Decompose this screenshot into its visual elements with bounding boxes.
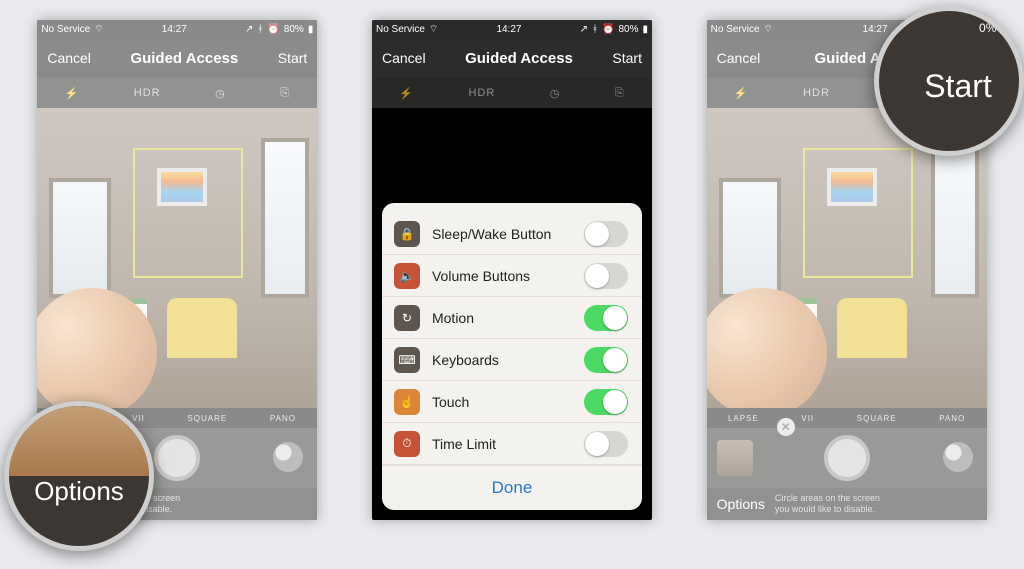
carrier-label: No Service xyxy=(376,24,425,35)
option-label: Time Limit xyxy=(432,436,584,452)
mode-pano[interactable]: PANO xyxy=(939,414,965,423)
toggle-keyboards[interactable] xyxy=(584,347,628,373)
option-row-keyboards: ⌨ Keyboards xyxy=(382,339,642,381)
hdr-icon[interactable]: HDR xyxy=(134,87,161,99)
timer-limit-icon: ⏱ xyxy=(394,431,420,457)
filters-icon[interactable] xyxy=(943,442,973,472)
camera-toolbar: ⚡ HDR ◷ ⎘ xyxy=(37,78,317,108)
speaker-icon: 🔈 xyxy=(394,263,420,289)
guided-access-navbar: Cancel Guided Access Start xyxy=(37,38,317,78)
room-window-left xyxy=(719,178,781,298)
switch-camera-icon[interactable]: ⎘ xyxy=(280,87,290,100)
screenshot-step2: No Service ⌔ 14:27 ↗ ᚼ ⏰ 80% ▮ Cancel Gu… xyxy=(372,20,652,520)
room-window-left xyxy=(49,178,111,298)
orientation-lock-icon: ↗ xyxy=(580,24,588,35)
option-row-motion: ↻ Motion xyxy=(382,297,642,339)
carrier-label: No Service xyxy=(711,24,760,35)
callout-options-zoom: Options xyxy=(4,401,154,551)
hdr-icon[interactable]: HDR xyxy=(803,87,830,99)
timer-icon[interactable]: ◷ xyxy=(215,87,226,100)
callout-start-zoom: 0% ▮ Start xyxy=(874,6,1024,156)
option-label: Sleep/Wake Button xyxy=(432,226,584,242)
done-button[interactable]: Done xyxy=(382,465,642,510)
disabled-area-selection[interactable] xyxy=(803,148,913,278)
toggle-touch[interactable] xyxy=(584,389,628,415)
carrier-label: No Service xyxy=(41,24,90,35)
alarm-icon: ⏰ xyxy=(267,24,279,35)
wifi-icon: ⌔ xyxy=(94,23,103,36)
rotate-icon: ↻ xyxy=(394,305,420,331)
battery-pct: 80% xyxy=(618,24,638,35)
lock-icon: 🔒 xyxy=(394,221,420,247)
status-bar: No Service ⌔ 14:27 ↗ ᚼ ⏰ 80% ▮ xyxy=(372,20,652,38)
clock-label: 14:27 xyxy=(162,24,187,35)
cancel-button[interactable]: Cancel xyxy=(382,50,426,66)
option-row-sleepwake: 🔒 Sleep/Wake Button xyxy=(382,213,642,255)
toggle-timelimit[interactable] xyxy=(584,431,628,457)
shutter-area: ✕ xyxy=(707,428,987,488)
footer-hint: Circle areas on the screen you would lik… xyxy=(775,493,880,515)
option-label: Keyboards xyxy=(432,352,584,368)
toggle-motion[interactable] xyxy=(584,305,628,331)
battery-icon: ▮ xyxy=(1000,21,1007,35)
last-photo-thumbnail[interactable] xyxy=(717,440,753,476)
flash-icon[interactable]: ⚡ xyxy=(65,87,80,100)
room-window-right xyxy=(931,138,979,298)
orientation-lock-icon: ↗ xyxy=(245,24,253,35)
yellow-chair xyxy=(837,298,907,358)
battery-icon: ▮ xyxy=(308,24,314,35)
clock-label: 14:27 xyxy=(863,24,888,35)
mode-square[interactable]: SQUARE xyxy=(857,414,897,423)
option-row-volume: 🔈 Volume Buttons xyxy=(382,255,642,297)
option-label: Volume Buttons xyxy=(432,268,584,284)
option-label: Motion xyxy=(432,310,584,326)
clear-selection-x-icon[interactable]: ✕ xyxy=(777,418,795,436)
shutter-button[interactable] xyxy=(154,435,200,481)
disabled-area-selection[interactable] xyxy=(133,148,243,278)
camera-mode-strip: LAPSE VII SQUARE PANO xyxy=(707,408,987,428)
alarm-icon: ⏰ xyxy=(602,24,614,35)
callout-options-label: Options xyxy=(34,476,124,507)
mode-video[interactable]: VII xyxy=(801,414,814,423)
navbar-title: Guided Access xyxy=(130,50,238,67)
start-button[interactable]: Start xyxy=(278,50,308,66)
start-button[interactable]: Start xyxy=(612,50,642,66)
toggle-sleepwake[interactable] xyxy=(584,221,628,247)
flash-icon[interactable]: ⚡ xyxy=(734,87,749,100)
mode-lapse[interactable]: LAPSE xyxy=(728,414,759,423)
clock-label: 14:27 xyxy=(496,24,521,35)
status-bar: No Service ⌔ 14:27 ↗ ᚼ ⏰ 80% ▮ xyxy=(37,20,317,38)
room-window-right xyxy=(261,138,309,298)
navbar-title: Guided Access xyxy=(465,50,573,67)
bluetooth-icon: ᚼ xyxy=(592,24,598,35)
keyboard-icon: ⌨ xyxy=(394,347,420,373)
battery-icon: ▮ xyxy=(642,24,648,35)
guided-access-navbar: Cancel Guided Access Start xyxy=(372,38,652,78)
wifi-icon: ⌔ xyxy=(429,23,438,36)
wifi-icon: ⌔ xyxy=(764,23,773,36)
cancel-button[interactable]: Cancel xyxy=(717,50,761,66)
battery-pct: 0% xyxy=(979,21,996,35)
camera-viewfinder xyxy=(37,108,317,408)
yellow-chair xyxy=(167,298,237,358)
options-button[interactable]: Options xyxy=(717,496,765,512)
mode-square[interactable]: SQUARE xyxy=(187,414,227,423)
toggle-volume[interactable] xyxy=(584,263,628,289)
battery-pct: 80% xyxy=(284,24,304,35)
guided-access-footer: Options Circle areas on the screen you w… xyxy=(707,488,987,520)
cancel-button[interactable]: Cancel xyxy=(47,50,91,66)
options-sheet: 🔒 Sleep/Wake Button 🔈 Volume Buttons ↻ M… xyxy=(382,203,642,510)
touch-icon: ☝ xyxy=(394,389,420,415)
option-row-timelimit: ⏱ Time Limit xyxy=(382,423,642,465)
filters-icon[interactable] xyxy=(273,442,303,472)
zoom-statusbar-fragment: 0% ▮ xyxy=(979,21,1007,35)
shutter-button[interactable] xyxy=(824,435,870,481)
zoom-background xyxy=(4,401,149,476)
mode-pano[interactable]: PANO xyxy=(270,414,296,423)
callout-start-label: Start xyxy=(924,68,992,105)
bluetooth-icon: ᚼ xyxy=(257,24,263,35)
option-label: Touch xyxy=(432,394,584,410)
option-row-touch: ☝ Touch xyxy=(382,381,642,423)
